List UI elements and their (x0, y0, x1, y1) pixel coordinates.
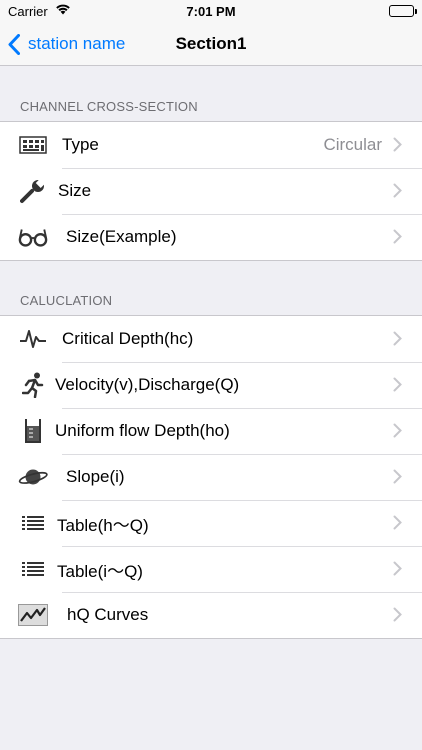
row-size-example-label: Size(Example) (66, 227, 177, 246)
page-title: Section1 (175, 34, 247, 53)
pulse-icon (18, 324, 48, 354)
line-chart-icon (18, 600, 48, 630)
row-hq-curves-label: hQ Curves (67, 605, 149, 624)
row-velocity-discharge[interactable]: Velocity(v),Discharge(Q) (0, 362, 422, 408)
row-critical-depth[interactable]: Critical Depth(hc) (0, 316, 422, 362)
channel-section-group: Type Circular Size Size(Example) (0, 121, 422, 261)
chevron-right-icon (393, 377, 402, 392)
chevron-right-icon (393, 515, 402, 530)
section-header-channel: CHANNEL CROSS-SECTION (20, 99, 198, 114)
list-icon (18, 554, 48, 584)
chevron-right-icon (393, 183, 402, 198)
section-header-calculation: CALUCLATION (20, 293, 113, 308)
row-type-label: Type (62, 135, 99, 154)
keyboard-icon (18, 130, 48, 160)
row-critical-depth-label: Critical Depth(hc) (62, 329, 194, 348)
row-table-i-q[interactable]: Table(i〜Q) (0, 546, 422, 592)
row-size[interactable]: Size (0, 168, 422, 214)
status-bar: Carrier 7:01 PM (0, 0, 422, 22)
chevron-right-icon (393, 229, 402, 244)
list-icon (18, 508, 48, 538)
row-type-value: Circular (323, 135, 382, 154)
runner-icon (18, 370, 48, 400)
chevron-right-icon (393, 469, 402, 484)
row-type[interactable]: Type Circular (0, 122, 422, 168)
chevron-right-icon (393, 423, 402, 438)
status-time: 7:01 PM (186, 4, 236, 19)
row-size-example[interactable]: Size(Example) (0, 214, 422, 260)
chevron-right-icon (393, 607, 402, 622)
row-uniform-flow-depth[interactable]: Uniform flow Depth(ho) (0, 408, 422, 454)
row-slope[interactable]: Slope(i) (0, 454, 422, 500)
chevron-right-icon (393, 331, 402, 346)
calculation-section-group: Critical Depth(hc) Velocity(v),Discharge… (0, 315, 422, 639)
beaker-icon (18, 416, 48, 446)
row-size-label: Size (58, 181, 92, 200)
chevron-right-icon (393, 137, 402, 152)
wrench-icon (18, 176, 48, 206)
planet-icon (18, 462, 48, 492)
row-table-i-q-label: Table(i〜Q) (57, 561, 143, 581)
row-velocity-discharge-label: Velocity(v),Discharge(Q) (55, 375, 240, 394)
glasses-icon (18, 222, 48, 252)
row-table-h-q[interactable]: Table(h〜Q) (0, 500, 422, 546)
row-slope-label: Slope(i) (66, 467, 125, 486)
battery-icon (389, 5, 417, 17)
row-uniform-flow-depth-label: Uniform flow Depth(ho) (55, 421, 230, 440)
row-hq-curves[interactable]: hQ Curves (0, 592, 422, 638)
navigation-bar: station name Section1 (0, 22, 422, 66)
chevron-right-icon (393, 561, 402, 576)
row-table-h-q-label: Table(h〜Q) (57, 515, 149, 535)
